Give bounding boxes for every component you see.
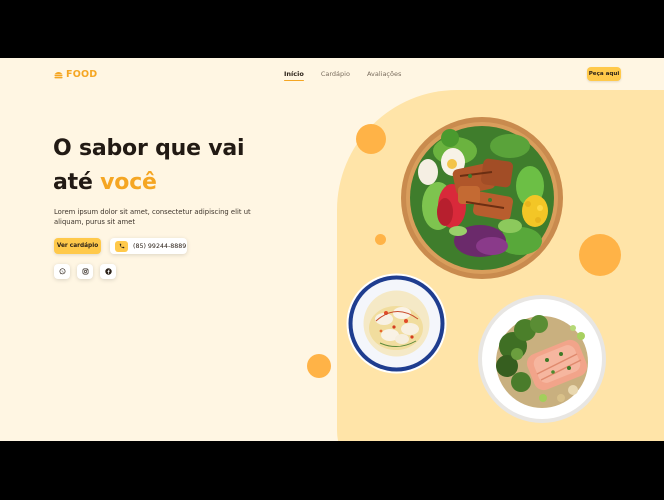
burger-icon <box>54 71 63 78</box>
nav-cardapio[interactable]: Cardápio <box>321 70 350 80</box>
main-nav: Início Cardápio Avaliações <box>284 70 401 81</box>
ceviche-bowl-image <box>346 273 447 374</box>
landing-page: FOOD Início Cardápio Avaliações Peça aqu… <box>0 58 664 441</box>
site-header: FOOD Início Cardápio Avaliações Peça aqu… <box>0 58 664 92</box>
hero-title-line2: até <box>53 170 101 195</box>
hero-title: O sabor que vai até você <box>53 132 245 200</box>
logo[interactable]: FOOD <box>54 69 97 80</box>
view-menu-button[interactable]: Ver cardápio <box>54 238 101 254</box>
decorative-circle <box>356 124 386 154</box>
instagram-icon[interactable] <box>77 264 93 279</box>
hero-description: Lorem ipsum dolor sit amet, consectetur … <box>54 208 251 226</box>
order-button[interactable]: Peça aqui <box>587 67 621 81</box>
salad-bowl-image <box>401 117 563 279</box>
phone-icon <box>115 240 128 252</box>
nav-avaliacoes[interactable]: Avaliações <box>367 70 401 80</box>
nav-inicio[interactable]: Início <box>284 70 304 81</box>
hero-title-line1: O sabor que vai <box>53 136 245 161</box>
facebook-icon[interactable] <box>100 264 116 279</box>
salmon-plate-image <box>478 295 606 423</box>
decorative-circle <box>375 234 386 245</box>
logo-text: FOOD <box>66 69 98 80</box>
hero-title-accent: você <box>100 170 157 195</box>
phone-number: (85) 99244-8889 <box>133 242 187 250</box>
whatsapp-icon[interactable] <box>54 264 70 279</box>
decorative-circle <box>579 234 621 276</box>
social-links <box>54 264 116 279</box>
phone-button[interactable]: (85) 99244-8889 <box>110 238 187 254</box>
decorative-circle <box>307 354 331 378</box>
